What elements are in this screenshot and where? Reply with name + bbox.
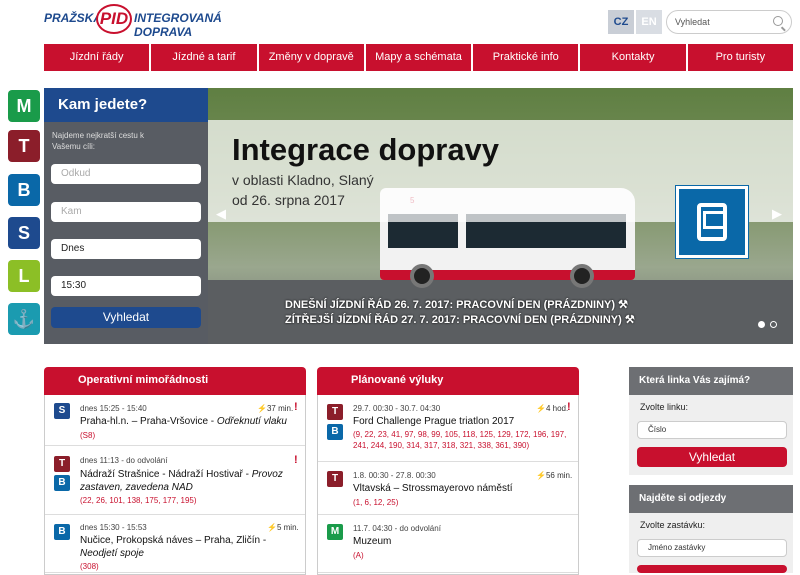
date-input[interactable]: Dnes bbox=[51, 239, 201, 259]
bus-icon: B bbox=[327, 424, 343, 440]
bus-icon-shape bbox=[697, 203, 727, 241]
lang-cz-button[interactable]: CZ bbox=[608, 10, 634, 34]
carousel-dot-active[interactable] bbox=[758, 321, 765, 328]
item-duration: ⚡5 min. bbox=[267, 523, 299, 532]
tram-icon: T bbox=[327, 404, 343, 420]
nav-item-kontakty[interactable]: Kontakty bbox=[580, 44, 686, 71]
item-title: Muzeum bbox=[353, 536, 392, 547]
item-lines: (1, 6, 12, 25) bbox=[353, 498, 399, 507]
line-search-button[interactable]: Vyhledat bbox=[637, 447, 787, 467]
from-input[interactable]: Odkud bbox=[51, 164, 201, 184]
bus-icon[interactable]: B bbox=[8, 174, 40, 206]
list-item[interactable]: M 11.7. 04:30 - do odvolání Muzeum (A) bbox=[318, 516, 578, 573]
bus-wheel bbox=[410, 264, 434, 288]
item-title: Ford Challenge Prague triatlon 2017 bbox=[353, 416, 515, 427]
departures-heading: Najděte si odjezdy bbox=[629, 485, 793, 513]
line-lookup-heading: Která linka Vás zajímá? bbox=[629, 367, 793, 395]
hero-subtitle-date: od 26. srpna 2017 bbox=[232, 192, 345, 208]
item-title: Praha-hl.n. – Praha-Vršovice - Odřeknutí… bbox=[80, 416, 287, 427]
metro-icon[interactable]: M bbox=[8, 90, 40, 122]
search-input[interactable]: Vyhledat bbox=[666, 10, 792, 34]
pid-logo[interactable]: PRAŽSKÁ PID INTEGROVANÁ DOPRAVA bbox=[44, 4, 274, 39]
list-item[interactable]: T B 29.7. 00:30 - 30.7. 04:30 ⚡4 hod. ! … bbox=[318, 396, 578, 462]
disruptions-heading[interactable]: Operativní mimořádnosti bbox=[44, 367, 306, 395]
nav-item-zmeny[interactable]: Změny v dopravě bbox=[258, 44, 364, 71]
stop-name-input[interactable]: Jméno zastávky bbox=[637, 539, 787, 557]
metro-icon: M bbox=[327, 524, 343, 540]
nav-item-mapy[interactable]: Mapy a schémata bbox=[365, 44, 472, 71]
line-label: Zvolte linku: bbox=[640, 402, 689, 412]
item-title: Nádraží Strašnice - Nádraží Hostivař - P… bbox=[80, 469, 283, 493]
bus-icon: B bbox=[54, 475, 70, 491]
carousel-dot[interactable] bbox=[770, 321, 777, 328]
trip-search-button[interactable]: Vyhledat bbox=[51, 307, 201, 328]
nav-item-pro-turisty[interactable]: Pro turisty bbox=[687, 44, 793, 71]
funicular-icon[interactable]: L bbox=[8, 260, 40, 292]
main-nav: Jízdní řády Jízdné a tarif Změny v dopra… bbox=[44, 44, 793, 71]
item-lines: (9, 22, 23, 41, 97, 98, 99, 105, 118, 12… bbox=[353, 430, 567, 450]
item-duration: ⚡37 min. bbox=[257, 404, 294, 413]
stop-search-button[interactable] bbox=[637, 565, 787, 573]
logo-text-right: INTEGROVANÁ DOPRAVA bbox=[134, 11, 222, 39]
train-icon[interactable]: S bbox=[8, 217, 40, 249]
item-time: dnes 11:13 - do odvolání bbox=[80, 456, 168, 465]
item-title: Nučice, Prokopská náves – Praha, Zličín … bbox=[80, 535, 267, 559]
alert-icon: ! bbox=[567, 401, 571, 413]
carousel-prev-icon[interactable]: ◀ bbox=[216, 206, 226, 222]
tram-icon: T bbox=[327, 471, 343, 487]
nav-item-prakticke-info[interactable]: Praktické info bbox=[473, 44, 579, 71]
list-item[interactable]: T B dnes 11:13 - do odvolání ! Nádraží S… bbox=[45, 447, 305, 515]
nav-item-jizdne-tarif[interactable]: Jízdné a tarif bbox=[151, 44, 257, 71]
lang-en-button[interactable]: EN bbox=[636, 10, 662, 34]
logo-mark: PID bbox=[96, 4, 132, 34]
hero-road bbox=[208, 280, 793, 344]
hero-title[interactable]: Integrace dopravy bbox=[232, 132, 499, 168]
hero-subtitle: v oblasti Kladno, Slaný bbox=[232, 172, 374, 188]
search-icon[interactable] bbox=[773, 16, 783, 26]
time-input[interactable]: 15:30 bbox=[51, 276, 201, 296]
planned-heading[interactable]: Plánované výluky bbox=[317, 367, 579, 395]
item-duration: ⚡4 hod. bbox=[536, 404, 569, 413]
planned-panel: Plánované výluky bbox=[317, 367, 579, 395]
logo-text-left: PRAŽSKÁ bbox=[44, 11, 103, 25]
bus-icon: B bbox=[54, 524, 70, 540]
nav-item-jizdni-rady[interactable]: Jízdní řády bbox=[44, 44, 150, 71]
to-input[interactable]: Kam bbox=[51, 202, 201, 222]
alert-icon: ! bbox=[294, 401, 298, 413]
list-item[interactable]: T 1.8. 00:30 - 27.8. 00:30 ⚡56 min. Vlta… bbox=[318, 463, 578, 515]
item-title: Vltavská – Strossmayerovo náměstí bbox=[353, 483, 513, 494]
trip-planner-heading: Kam jedete? bbox=[44, 88, 208, 122]
list-item[interactable]: S dnes 15:25 - 15:40 ⚡37 min. ! Praha-hl… bbox=[45, 396, 305, 446]
list-item[interactable]: B dnes 15:30 - 15:53 ⚡5 min. Nučice, Pro… bbox=[45, 516, 305, 573]
tram-icon: T bbox=[54, 456, 70, 472]
alert-icon: ! bbox=[294, 454, 298, 466]
item-lines: (308) bbox=[80, 562, 99, 571]
trip-planner-help: Najdeme nejkratší cestu k Vašemu cíli: bbox=[52, 131, 145, 151]
line-number-input[interactable]: Číslo bbox=[637, 421, 787, 439]
ferry-icon[interactable]: ⚓ bbox=[8, 303, 40, 335]
item-duration: ⚡56 min. bbox=[536, 471, 573, 480]
bus-badge-icon bbox=[676, 186, 748, 258]
carousel-next-icon[interactable]: ▶ bbox=[772, 206, 782, 222]
bus-wheel bbox=[570, 264, 594, 288]
item-lines: (22, 26, 101, 138, 175, 177, 195) bbox=[80, 496, 197, 505]
item-lines: (A) bbox=[353, 551, 364, 560]
item-time: dnes 15:25 - 15:40 bbox=[80, 404, 147, 413]
item-time: 29.7. 00:30 - 30.7. 04:30 bbox=[353, 404, 441, 413]
train-icon: S bbox=[54, 403, 70, 419]
item-time: 1.8. 00:30 - 27.8. 00:30 bbox=[353, 471, 436, 480]
tomorrow-timetable-link[interactable]: ZÍTŘEJŠÍ JÍZDNÍ ŘÁD 27. 7. 2017: PRACOVN… bbox=[285, 313, 635, 326]
tram-icon[interactable]: T bbox=[8, 130, 40, 162]
item-time: dnes 15:30 - 15:53 bbox=[80, 523, 147, 532]
disruptions-panel: Operativní mimořádnosti bbox=[44, 367, 306, 395]
today-timetable-link[interactable]: DNEŠNÍ JÍZDNÍ ŘÁD 26. 7. 2017: PRACOVNÍ … bbox=[285, 298, 628, 311]
item-time: 11.7. 04:30 - do odvolání bbox=[353, 524, 441, 533]
item-lines: (S8) bbox=[80, 431, 96, 440]
stop-label: Zvolte zastávku: bbox=[640, 520, 706, 530]
search-placeholder: Vyhledat bbox=[675, 17, 710, 27]
